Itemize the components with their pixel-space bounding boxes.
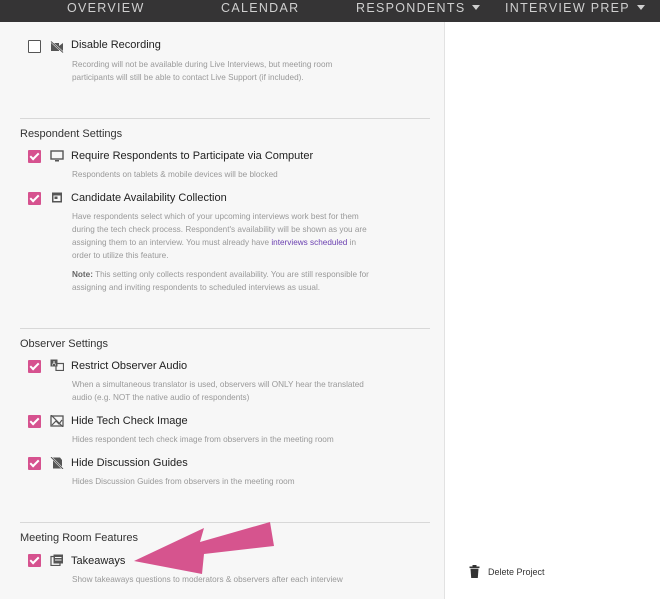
annotation-arrow: [134, 522, 274, 574]
trash-icon[interactable]: [469, 565, 480, 578]
interviews-scheduled-link[interactable]: interviews scheduled: [271, 238, 347, 247]
description-line: participants will still be able to conta…: [72, 73, 304, 82]
hide-discussion-guides-label: Hide Discussion Guides: [71, 457, 188, 469]
nav-tab-interview-prep[interactable]: INTERVIEW PREP: [505, 1, 645, 15]
hide-tech-check-image-checkbox[interactable]: [28, 415, 41, 428]
description-line: during the tech check process. Responden…: [72, 225, 367, 234]
availability-note: Note: This setting only collects respond…: [72, 268, 412, 281]
delete-project-button[interactable]: Delete Project: [488, 567, 545, 577]
hide-tech-check-image-description: Hides respondent tech check image from o…: [72, 435, 334, 444]
nav-tab-calendar-label: CALENDAR: [221, 1, 300, 15]
section-title-respondent-settings: Respondent Settings: [20, 128, 123, 140]
restrict-observer-audio-label: Restrict Observer Audio: [71, 360, 188, 372]
nav-tab-overview-label: OVERVIEW: [67, 1, 145, 15]
section-divider: [20, 328, 430, 329]
description-line: Recording will not be available during L…: [72, 60, 333, 69]
settings-panel: [0, 22, 445, 599]
section-divider: [20, 118, 430, 119]
document-off-icon: [50, 457, 64, 469]
nav-tab-overview[interactable]: OVERVIEW: [67, 1, 145, 15]
description-line: order to utilize this feature.: [72, 251, 169, 260]
nav-tab-respondents[interactable]: RESPONDENTS: [356, 1, 481, 15]
nav-tab-interview-prep-label: INTERVIEW PREP: [505, 1, 630, 15]
takeaways-checkbox[interactable]: [28, 554, 41, 567]
restrict-observer-audio-checkbox[interactable]: [28, 360, 41, 373]
description-line: audio (e.g. NOT the native audio of resp…: [72, 393, 250, 402]
takeaways-label: Takeaways: [71, 555, 126, 567]
nav-tab-calendar[interactable]: CALENDAR: [221, 1, 299, 15]
availability-collection-description: Have respondents select which of your up…: [72, 210, 412, 294]
takeaways-icon: [50, 554, 63, 566]
image-off-icon: [50, 415, 64, 427]
top-nav: OVERVIEW CALENDAR RESPONDENTS INTERVIEW …: [0, 0, 660, 22]
hide-tech-check-image-label: Hide Tech Check Image: [71, 415, 188, 427]
description-line: Have respondents select which of your up…: [72, 212, 359, 221]
sidebar-panel: [446, 22, 660, 599]
note-label: Note:: [72, 270, 93, 279]
availability-collection-label: Candidate Availability Collection: [71, 192, 227, 204]
section-title-meeting-room-features: Meeting Room Features: [20, 532, 138, 544]
monitor-icon: [50, 150, 64, 162]
chevron-down-icon: [472, 5, 481, 10]
disable-recording-label: Disable Recording: [71, 39, 161, 51]
nav-tab-respondents-label: RESPONDENTS: [356, 1, 466, 15]
require-computer-checkbox[interactable]: [28, 150, 41, 163]
hide-discussion-guides-checkbox[interactable]: [28, 457, 41, 470]
availability-collection-checkbox[interactable]: [28, 192, 41, 205]
note-line: assigning and inviting respondents to sc…: [72, 283, 321, 292]
disable-recording-checkbox[interactable]: [28, 40, 41, 53]
note-text: This setting only collects respondent av…: [95, 270, 369, 279]
hide-discussion-guides-description: Hides Discussion Guides from observers i…: [72, 477, 295, 486]
require-computer-label: Require Respondents to Participate via C…: [71, 150, 314, 162]
chevron-down-icon: [636, 5, 645, 10]
require-computer-description: Respondents on tablets & mobile devices …: [72, 170, 278, 179]
description-line: When a simultaneous translator is used, …: [72, 380, 364, 389]
calendar-icon: [52, 192, 62, 203]
section-title-observer-settings: Observer Settings: [20, 338, 109, 350]
video-off-icon: [50, 41, 64, 53]
svg-text:A: A: [52, 361, 56, 367]
translate-icon: A: [50, 359, 64, 371]
description-line: assigning them to an interview. You must…: [72, 236, 412, 249]
restrict-observer-audio-description: When a simultaneous translator is used, …: [72, 378, 412, 404]
description-text: assigning them to an interview. You must…: [72, 238, 270, 247]
description-text: in: [349, 238, 357, 247]
disable-recording-description: Recording will not be available during L…: [72, 58, 412, 84]
